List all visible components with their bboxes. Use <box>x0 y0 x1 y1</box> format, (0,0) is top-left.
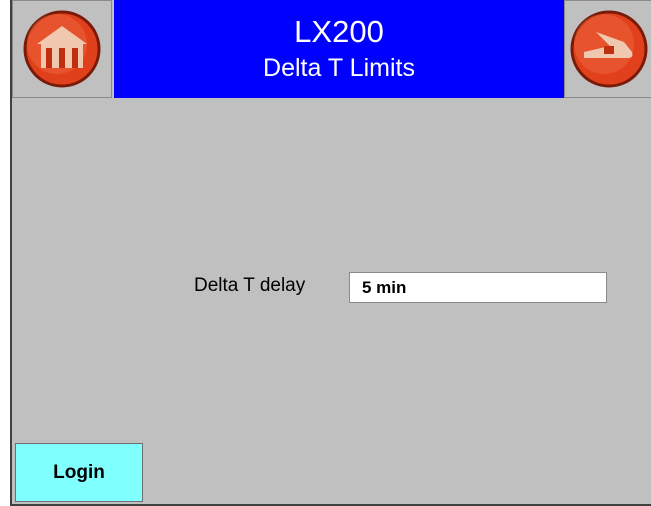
hmi-screen: LX200 Delta T Limits Delta T delay 5 min… <box>10 0 651 506</box>
header-bar: LX200 Delta T Limits <box>12 0 651 98</box>
back-button[interactable] <box>564 0 651 98</box>
back-icon <box>570 10 647 88</box>
home-icon <box>23 10 101 88</box>
delta-t-delay-label: Delta T delay <box>194 275 306 296</box>
page-subtitle: Delta T Limits <box>263 54 415 82</box>
page-title: LX200 <box>294 14 384 49</box>
home-button[interactable] <box>12 0 112 98</box>
delta-t-delay-field[interactable]: 5 min <box>349 272 607 303</box>
login-button[interactable]: Login <box>15 443 143 502</box>
title-banner: LX200 Delta T Limits <box>114 0 564 98</box>
